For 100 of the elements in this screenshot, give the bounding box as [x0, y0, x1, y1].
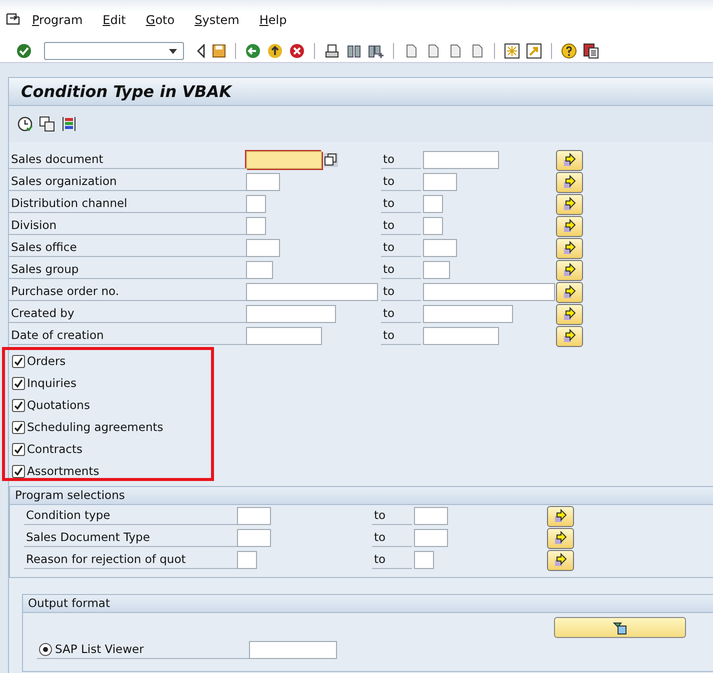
shortcut-icon[interactable] — [526, 43, 542, 59]
input-field[interactable] — [414, 551, 434, 569]
to-label: to — [381, 283, 421, 301]
field-label: Date of creation — [9, 327, 246, 345]
input-field[interactable] — [246, 261, 273, 279]
to-label: to — [381, 239, 421, 257]
copy-icon[interactable] — [39, 116, 55, 132]
print-icon[interactable] — [324, 43, 340, 59]
checkbox-label: Inquiries — [27, 376, 76, 390]
multiple-selection-button[interactable] — [556, 304, 583, 324]
menu-item[interactable]: System — [194, 13, 240, 27]
input-field[interactable] — [423, 327, 499, 345]
new-window-icon[interactable] — [504, 43, 520, 59]
multiple-selection-button[interactable] — [556, 326, 583, 346]
exit-icon[interactable] — [267, 43, 283, 59]
multiple-selection-button[interactable] — [556, 260, 583, 280]
checkbox[interactable] — [12, 420, 25, 434]
multiple-selection-button[interactable] — [547, 550, 574, 570]
field-label: Sales office — [9, 239, 246, 257]
menu-item[interactable]: Program — [32, 13, 83, 27]
input-field[interactable] — [423, 173, 457, 191]
multiple-selection-icon[interactable] — [324, 153, 338, 167]
input-field[interactable] — [423, 239, 457, 257]
save-icon[interactable] — [212, 44, 226, 58]
input-field[interactable] — [246, 173, 280, 191]
multiple-selection-button[interactable] — [556, 238, 583, 258]
arrow-icon — [562, 285, 576, 299]
input-field[interactable] — [414, 507, 448, 525]
menu-item[interactable]: Goto — [146, 13, 175, 27]
arrow-icon — [562, 329, 576, 343]
checkbox[interactable] — [12, 398, 25, 412]
radio-label: SAP List Viewer — [55, 641, 144, 658]
to-label: to — [381, 195, 421, 213]
layout-button[interactable] — [554, 617, 686, 638]
multiple-selection-button[interactable] — [556, 172, 583, 192]
check-icon[interactable] — [16, 43, 32, 59]
arrow-icon — [562, 263, 576, 277]
arrow-icon — [562, 241, 576, 255]
field-label: Condition type — [24, 507, 237, 525]
input-field[interactable] — [423, 305, 513, 323]
input-field[interactable] — [246, 283, 378, 301]
input-field[interactable] — [423, 195, 443, 213]
input-field[interactable] — [249, 641, 337, 659]
menu-item[interactable]: Edit — [102, 13, 126, 27]
input-field[interactable] — [423, 217, 443, 235]
input-field[interactable] — [246, 195, 266, 213]
arrow-icon — [554, 509, 568, 523]
input-field[interactable] — [246, 151, 322, 169]
arrow-icon — [562, 175, 576, 189]
checkbox[interactable] — [12, 464, 25, 478]
checkbox-label: Contracts — [27, 442, 82, 456]
to-label: to — [381, 305, 421, 323]
help-icon[interactable] — [561, 43, 577, 59]
to-label: to — [372, 551, 412, 569]
screen-title: Condition Type in VBAK — [21, 82, 232, 101]
field-label: Created by — [9, 305, 246, 323]
binoculars-icon[interactable] — [346, 43, 362, 59]
field-label: Distribution channel — [9, 195, 246, 213]
input-field[interactable] — [246, 327, 322, 345]
checkbox-label: Orders — [27, 354, 66, 368]
input-field[interactable] — [237, 529, 271, 547]
group-title: Output format — [28, 596, 110, 610]
binoculars-plus-icon[interactable] — [368, 43, 384, 59]
to-label: to — [381, 151, 421, 169]
checkbox[interactable] — [12, 442, 25, 456]
multiple-selection-button[interactable] — [547, 506, 574, 526]
color-bars-icon[interactable] — [61, 116, 77, 132]
field-label: Purchase order no. — [9, 283, 246, 301]
field-label: Sales document — [9, 151, 246, 169]
layout-icon[interactable] — [583, 43, 599, 59]
command-field[interactable] — [44, 42, 184, 60]
input-field[interactable] — [246, 305, 336, 323]
multiple-selection-button[interactable] — [556, 216, 583, 236]
back-icon[interactable] — [245, 43, 261, 59]
checkbox[interactable] — [12, 354, 25, 368]
menu-item[interactable]: Help — [259, 13, 287, 27]
input-field[interactable] — [423, 283, 555, 301]
input-field[interactable] — [423, 261, 450, 279]
arrow-icon — [554, 531, 568, 545]
multiple-selection-button[interactable] — [556, 282, 583, 302]
field-label: Sales group — [9, 261, 246, 279]
input-field[interactable] — [237, 551, 257, 569]
input-field[interactable] — [246, 217, 266, 235]
input-field[interactable] — [423, 151, 499, 169]
multiple-selection-button[interactable] — [556, 194, 583, 214]
arrow-icon — [554, 553, 568, 567]
checkbox[interactable] — [12, 376, 25, 390]
clock-icon[interactable] — [17, 116, 33, 132]
radio-button[interactable] — [39, 643, 52, 656]
to-label: to — [372, 529, 412, 547]
multiple-selection-button[interactable] — [547, 528, 574, 548]
triangle-icon[interactable] — [196, 44, 206, 58]
cancel-icon[interactable] — [289, 43, 305, 59]
layout-icon — [613, 620, 627, 634]
menu-icon[interactable] — [6, 13, 20, 25]
input-field[interactable] — [414, 529, 448, 547]
input-field[interactable] — [246, 239, 280, 257]
input-field[interactable] — [237, 507, 271, 525]
multiple-selection-button[interactable] — [556, 150, 583, 170]
field-label: Sales Document Type — [24, 529, 237, 547]
